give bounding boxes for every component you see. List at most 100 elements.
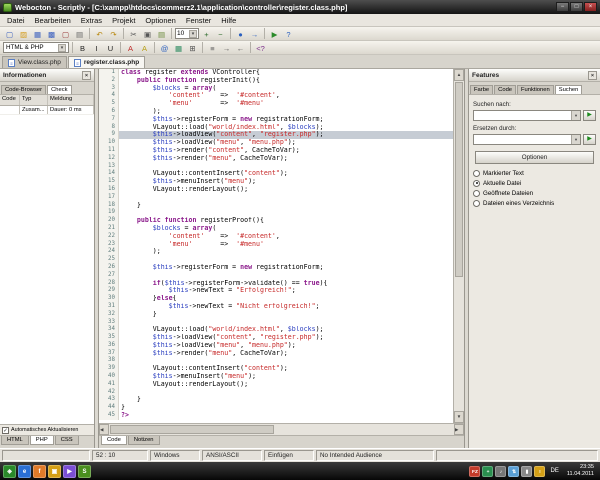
close-panel-icon[interactable]: × <box>82 71 91 80</box>
code-line-35[interactable]: 35 $this->loadView("content", "register.… <box>99 334 453 342</box>
zoom-level-box[interactable]: 10▾ <box>175 28 199 39</box>
code-line-22[interactable]: 22 'content' => '#content', <box>99 233 453 241</box>
code-line-37[interactable]: 37 $this->render("menu", CacheToVar); <box>99 350 453 358</box>
code-line-18[interactable]: 18 } <box>99 202 453 210</box>
zoom-out-icon[interactable]: − <box>214 28 227 40</box>
italic-icon[interactable]: I <box>90 42 103 54</box>
insert-table-icon[interactable]: ⊞ <box>186 42 199 54</box>
tab-check[interactable]: Check <box>47 85 71 94</box>
zoom-in-icon[interactable]: + <box>200 28 213 40</box>
print-icon[interactable]: ▤ <box>73 28 86 40</box>
scope-option-ge-ffnete-dateien[interactable]: Geöffnete Dateien <box>473 188 596 198</box>
replace-input[interactable] <box>474 135 571 144</box>
code-line-20[interactable]: 20 public function registerProof(){ <box>99 217 453 225</box>
code-line-41[interactable]: 41 VLayout::renderLayout(); <box>99 381 453 389</box>
tab-farbe[interactable]: Farbe <box>470 85 493 94</box>
network-icon[interactable]: ⇅ <box>508 466 519 477</box>
code-line-40[interactable]: 40 $this->menuInsert("menu"); <box>99 373 453 381</box>
code-line-38[interactable]: 38 <box>99 357 453 365</box>
menu-item-hilfe[interactable]: Hilfe <box>216 16 241 25</box>
antivirus-icon[interactable]: + <box>482 466 493 477</box>
php-tag-icon[interactable]: <? <box>254 42 267 54</box>
table-row[interactable]: Zusam...Dauer: 0 ms <box>0 106 94 115</box>
volume-icon[interactable]: ♪ <box>495 466 506 477</box>
scroll-down-icon[interactable]: ▼ <box>454 411 464 423</box>
close-button[interactable]: × <box>584 2 597 12</box>
code-line-30[interactable]: 30 }else{ <box>99 295 453 303</box>
tab-code[interactable]: Code <box>101 436 127 445</box>
code-line-13[interactable]: 13 <box>99 163 453 171</box>
menu-item-projekt[interactable]: Projekt <box>107 16 140 25</box>
chevron-down-icon[interactable]: ▾ <box>571 111 580 120</box>
code-line-16[interactable]: 16 VLayout::renderLayout(); <box>99 186 453 194</box>
code-line-42[interactable]: 42 <box>99 389 453 397</box>
code-line-36[interactable]: 36 $this->loadView("menu", "menu.php"); <box>99 342 453 350</box>
code-line-28[interactable]: 28 if($this->registerForm->validate() ==… <box>99 280 453 288</box>
explorer-icon[interactable]: ▣ <box>48 465 61 478</box>
radio-icon[interactable] <box>473 180 480 187</box>
usb-icon[interactable]: ▮ <box>521 466 532 477</box>
code-line-43[interactable]: 43 } <box>99 396 453 404</box>
horizontal-scrollbar[interactable]: ◀ ▶ <box>99 423 464 435</box>
menu-item-bearbeiten[interactable]: Bearbeiten <box>30 16 76 25</box>
code-line-3[interactable]: 3 $blocks = array( <box>99 85 453 93</box>
run-icon[interactable]: ▶ <box>268 28 281 40</box>
chevron-down-icon[interactable]: ▾ <box>189 30 197 38</box>
code-line-24[interactable]: 24 ); <box>99 248 453 256</box>
chevron-down-icon[interactable]: ▾ <box>571 135 580 144</box>
code-line-29[interactable]: 29 $this->newText = "Erfolgreich!"; <box>99 287 453 295</box>
update-icon[interactable]: ! <box>534 466 545 477</box>
new-file-icon[interactable]: ▢ <box>3 28 16 40</box>
insert-image-icon[interactable]: ▦ <box>172 42 185 54</box>
open-file-icon[interactable]: ▨ <box>17 28 30 40</box>
scroll-right-icon[interactable]: ▶ <box>454 424 464 435</box>
code-line-34[interactable]: 34 VLayout::load("world/index.html", $bl… <box>99 326 453 334</box>
firefox-icon[interactable]: f <box>33 465 46 478</box>
code-line-23[interactable]: 23 'menu' => '#menu' <box>99 241 453 249</box>
code-line-9[interactable]: 9 $this->loadView("content", "register.p… <box>99 131 453 139</box>
code-line-14[interactable]: 14 VLayout::contentInsert("content"); <box>99 170 453 178</box>
radio-icon[interactable] <box>473 170 480 177</box>
underline-icon[interactable]: U <box>104 42 117 54</box>
font-color-icon[interactable]: A <box>124 42 137 54</box>
redo-icon[interactable]: ↷ <box>107 28 120 40</box>
horizontal-scroll-thumb[interactable] <box>110 425 274 434</box>
vertical-scrollbar[interactable]: ▲ ▼ <box>453 69 464 423</box>
code-line-7[interactable]: 7 $this->registerForm = new registration… <box>99 116 453 124</box>
title-bar[interactable]: Webocton - Scriptly - [C:\xampp\htdocs\c… <box>0 0 600 14</box>
code-line-15[interactable]: 15 $this->menuInsert("menu"); <box>99 178 453 186</box>
media-player-icon[interactable]: ▶ <box>63 465 76 478</box>
vertical-scroll-thumb[interactable] <box>455 82 463 277</box>
check-grid-body[interactable]: Zusam...Dauer: 0 ms <box>0 106 94 424</box>
radio-icon[interactable] <box>473 200 480 207</box>
menu-item-fenster[interactable]: Fenster <box>181 16 216 25</box>
insert-link-icon[interactable]: @ <box>158 42 171 54</box>
copy-icon[interactable]: ▣ <box>141 28 154 40</box>
grid-column-meldung[interactable]: Meldung <box>48 95 94 105</box>
options-button[interactable]: Optionen <box>475 151 594 164</box>
code-line-8[interactable]: 8 VLayout::load("world/index.html", $blo… <box>99 124 453 132</box>
filezilla-icon[interactable]: FZ <box>469 466 480 477</box>
bold-icon[interactable]: B <box>76 42 89 54</box>
menu-item-datei[interactable]: Datei <box>2 16 30 25</box>
code-line-32[interactable]: 32 } <box>99 311 453 319</box>
close-file-icon[interactable]: ▢ <box>59 28 72 40</box>
start-button-icon[interactable]: ◈ <box>3 465 16 478</box>
clock[interactable]: 23:35 11.04.2011 <box>564 464 597 478</box>
file-tab-register-class-php[interactable]: ≡register.class.php <box>68 56 145 68</box>
tab-code-browser[interactable]: Code-Browser <box>1 85 46 94</box>
replace-button[interactable]: ▶ <box>583 134 596 145</box>
scope-option-markierter-text[interactable]: Markierter Text <box>473 168 596 178</box>
paste-icon[interactable]: ▤ <box>155 28 168 40</box>
code-line-11[interactable]: 11 $this->render("content", CacheToVar); <box>99 147 453 155</box>
code-line-19[interactable]: 19 <box>99 209 453 217</box>
search-icon[interactable]: ● <box>234 28 247 40</box>
code-line-1[interactable]: 1class register extends VController{ <box>99 69 453 77</box>
maximize-button[interactable]: □ <box>570 2 583 12</box>
indent-icon[interactable]: → <box>220 42 233 54</box>
code-line-21[interactable]: 21 $blocks = array( <box>99 225 453 233</box>
syntax-mode-select[interactable]: HTML & PHP▾ <box>3 42 69 53</box>
code-line-10[interactable]: 10 $this->loadView("menu", "menu.php"); <box>99 139 453 147</box>
scroll-left-icon[interactable]: ◀ <box>99 424 109 435</box>
code-line-39[interactable]: 39 VLayout::contentInsert("content"); <box>99 365 453 373</box>
